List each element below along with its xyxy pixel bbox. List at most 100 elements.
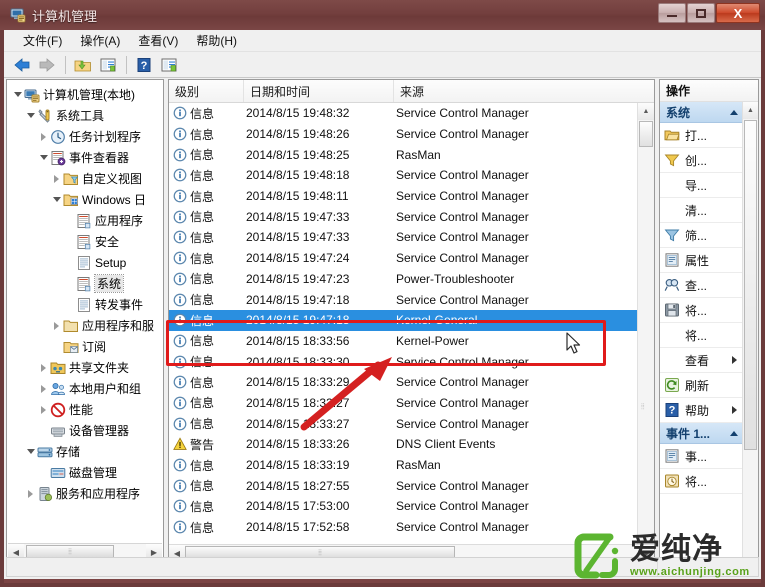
- actions-pane[interactable]: 操作 系统 打... 创... 导... 清... 筛... 属性 查... 将... 将... 查…: [659, 79, 759, 562]
- back-arrow-icon[interactable]: [10, 54, 34, 76]
- chevron-right-icon[interactable]: [732, 406, 737, 414]
- tree-node-16[interactable]: 设备管理器: [7, 420, 163, 441]
- tree-node-6[interactable]: 应用程序: [7, 210, 163, 231]
- list-vscroll-thumb[interactable]: [639, 121, 653, 147]
- tree-node-18[interactable]: 磁盘管理: [7, 462, 163, 483]
- table-row[interactable]: 信息 2014/8/15 17:52:58 Service Control Mana…: [169, 517, 637, 538]
- tree-node-0[interactable]: 计算机管理(本地): [7, 84, 163, 105]
- action-item[interactable]: 查...: [660, 273, 742, 298]
- action-item[interactable]: 打...: [660, 123, 742, 148]
- table-row[interactable]: 信息 2014/8/15 19:48:11 Service Control Mana…: [169, 186, 637, 207]
- minimize-button[interactable]: [658, 3, 686, 23]
- expander-collapsed-icon[interactable]: [24, 487, 37, 500]
- actions-group-event[interactable]: 事件 1...: [660, 423, 742, 444]
- table-row[interactable]: 信息 2014/8/15 19:48:18 Service Control Mana…: [169, 165, 637, 186]
- expander-collapsed-icon[interactable]: [50, 319, 63, 332]
- expander-expanded-icon[interactable]: [24, 445, 37, 458]
- action-item[interactable]: 导...: [660, 173, 742, 198]
- action-item[interactable]: 事...: [660, 444, 742, 469]
- column-header-level[interactable]: 级别: [169, 80, 244, 102]
- table-row[interactable]: 信息 2014/8/15 19:47:18 Service Control Mana…: [169, 289, 637, 310]
- menu-action[interactable]: 操作(A): [71, 30, 129, 51]
- event-list-pane[interactable]: 级别 日期和时间 来源 信息 2014/8/15 19:48:32 Service …: [168, 79, 655, 562]
- action-item[interactable]: 将...: [660, 469, 742, 494]
- chevron-up-icon[interactable]: [730, 430, 738, 436]
- tree-node-13[interactable]: 共享文件夹: [7, 357, 163, 378]
- cell-datetime: 2014/8/15 19:48:32: [246, 106, 350, 121]
- action-item[interactable]: 清...: [660, 198, 742, 223]
- table-row[interactable]: 信息 2014/8/15 18:33:30 Service Control Mana…: [169, 351, 637, 372]
- info-icon: [173, 251, 187, 265]
- chevron-right-icon[interactable]: [732, 356, 737, 364]
- table-row[interactable]: 信息 2014/8/15 18:33:19 RasMan: [169, 455, 637, 476]
- table-row[interactable]: 信息 2014/8/15 19:47:18 Kernel-General: [169, 309, 637, 331]
- actions-vertical-scrollbar[interactable]: ▲: [742, 102, 758, 561]
- table-row[interactable]: 信息 2014/8/15 19:48:26 Service Control Mana…: [169, 124, 637, 145]
- forward-arrow-icon[interactable]: [35, 54, 59, 76]
- column-header-source[interactable]: 来源: [394, 80, 654, 102]
- tree-node-5[interactable]: Windows 日: [7, 189, 163, 210]
- menu-view[interactable]: 查看(V): [129, 30, 187, 51]
- tree-node-7[interactable]: 安全: [7, 231, 163, 252]
- expander-expanded-icon[interactable]: [11, 88, 24, 101]
- table-row[interactable]: 信息 2014/8/15 19:47:33 Service Control Mana…: [169, 227, 637, 248]
- tree-node-15[interactable]: 性能: [7, 399, 163, 420]
- actions-vscroll-up-arrow[interactable]: ▲: [743, 102, 758, 119]
- tree-node-12[interactable]: 订阅: [7, 336, 163, 357]
- expander-collapsed-icon[interactable]: [37, 361, 50, 374]
- expander-expanded-icon[interactable]: [24, 109, 37, 122]
- action-item[interactable]: 属性: [660, 248, 742, 273]
- tree-node-14[interactable]: 本地用户和组: [7, 378, 163, 399]
- expander-collapsed-icon[interactable]: [37, 130, 50, 143]
- action-item[interactable]: 筛...: [660, 223, 742, 248]
- table-row[interactable]: 信息 2014/8/15 18:33:27 Service Control Mana…: [169, 413, 637, 434]
- tree-node-19[interactable]: 服务和应用程序: [7, 483, 163, 504]
- menu-help[interactable]: 帮助(H): [187, 30, 246, 51]
- expander-expanded-icon[interactable]: [37, 151, 50, 164]
- help-icon[interactable]: ?: [132, 54, 156, 76]
- actions-group-system[interactable]: 系统: [660, 102, 742, 123]
- console-tree-pane[interactable]: 计算机管理(本地) 系统工具 任务计划程序 事件查看器 自定义视图 Windows 日应用…: [6, 79, 164, 562]
- table-row[interactable]: 信息 2014/8/15 18:27:55 Service Control Mana…: [169, 475, 637, 496]
- tree-node-17[interactable]: 存储: [7, 441, 163, 462]
- tree-node-11[interactable]: 应用程序和服: [7, 315, 163, 336]
- tree-node-2[interactable]: 任务计划程序: [7, 126, 163, 147]
- table-row[interactable]: 信息 2014/8/15 18:33:27 Service Control Mana…: [169, 393, 637, 414]
- tree-node-9[interactable]: 系统: [7, 273, 163, 294]
- tree-node-1[interactable]: 系统工具: [7, 105, 163, 126]
- table-row[interactable]: 信息 2014/8/15 19:47:24 Service Control Mana…: [169, 248, 637, 269]
- tree-node-8[interactable]: Setup: [7, 252, 163, 273]
- table-row[interactable]: 警告 2014/8/15 18:33:26 DNS Client Events: [169, 434, 637, 455]
- properties-list-icon[interactable]: [157, 54, 181, 76]
- table-row[interactable]: 信息 2014/8/15 19:47:23 Power-Troubleshooter: [169, 269, 637, 290]
- actions-vscroll-thumb[interactable]: [744, 120, 757, 450]
- expander-collapsed-icon[interactable]: [37, 403, 50, 416]
- action-item[interactable]: 将...: [660, 298, 742, 323]
- column-header-datetime[interactable]: 日期和时间: [244, 80, 394, 102]
- action-item[interactable]: 查看: [660, 348, 742, 373]
- tree-node-10[interactable]: 转发事件: [7, 294, 163, 315]
- list-vertical-scrollbar[interactable]: ▲ ⦙⦙: [637, 103, 654, 545]
- action-item[interactable]: 刷新: [660, 373, 742, 398]
- menu-file[interactable]: 文件(F): [14, 30, 71, 51]
- chevron-up-icon[interactable]: [730, 109, 738, 115]
- table-row[interactable]: 信息 2014/8/15 19:47:33 Service Control Mana…: [169, 206, 637, 227]
- table-row[interactable]: 信息 2014/8/15 18:33:56 Kernel-Power: [169, 331, 637, 352]
- expander-expanded-icon[interactable]: [50, 193, 63, 206]
- table-row[interactable]: 信息 2014/8/15 19:48:32 Service Control Mana…: [169, 103, 637, 124]
- tree-node-3[interactable]: 事件查看器: [7, 147, 163, 168]
- show-hide-tree-icon[interactable]: [96, 54, 120, 76]
- maximize-button[interactable]: [687, 3, 715, 23]
- expander-collapsed-icon[interactable]: [37, 382, 50, 395]
- list-vscroll-up-arrow[interactable]: ▲: [638, 103, 654, 120]
- action-item[interactable]: 创...: [660, 148, 742, 173]
- action-item[interactable]: 将...: [660, 323, 742, 348]
- table-row[interactable]: 信息 2014/8/15 18:33:29 Service Control Mana…: [169, 372, 637, 393]
- tree-node-4[interactable]: 自定义视图: [7, 168, 163, 189]
- expander-collapsed-icon[interactable]: [50, 172, 63, 185]
- table-row[interactable]: 信息 2014/8/15 19:48:25 RasMan: [169, 144, 637, 165]
- action-item[interactable]: ? 帮助: [660, 398, 742, 423]
- up-folder-icon[interactable]: [71, 54, 95, 76]
- table-row[interactable]: 信息 2014/8/15 17:53:00 Service Control Mana…: [169, 496, 637, 517]
- close-button[interactable]: X: [716, 3, 760, 23]
